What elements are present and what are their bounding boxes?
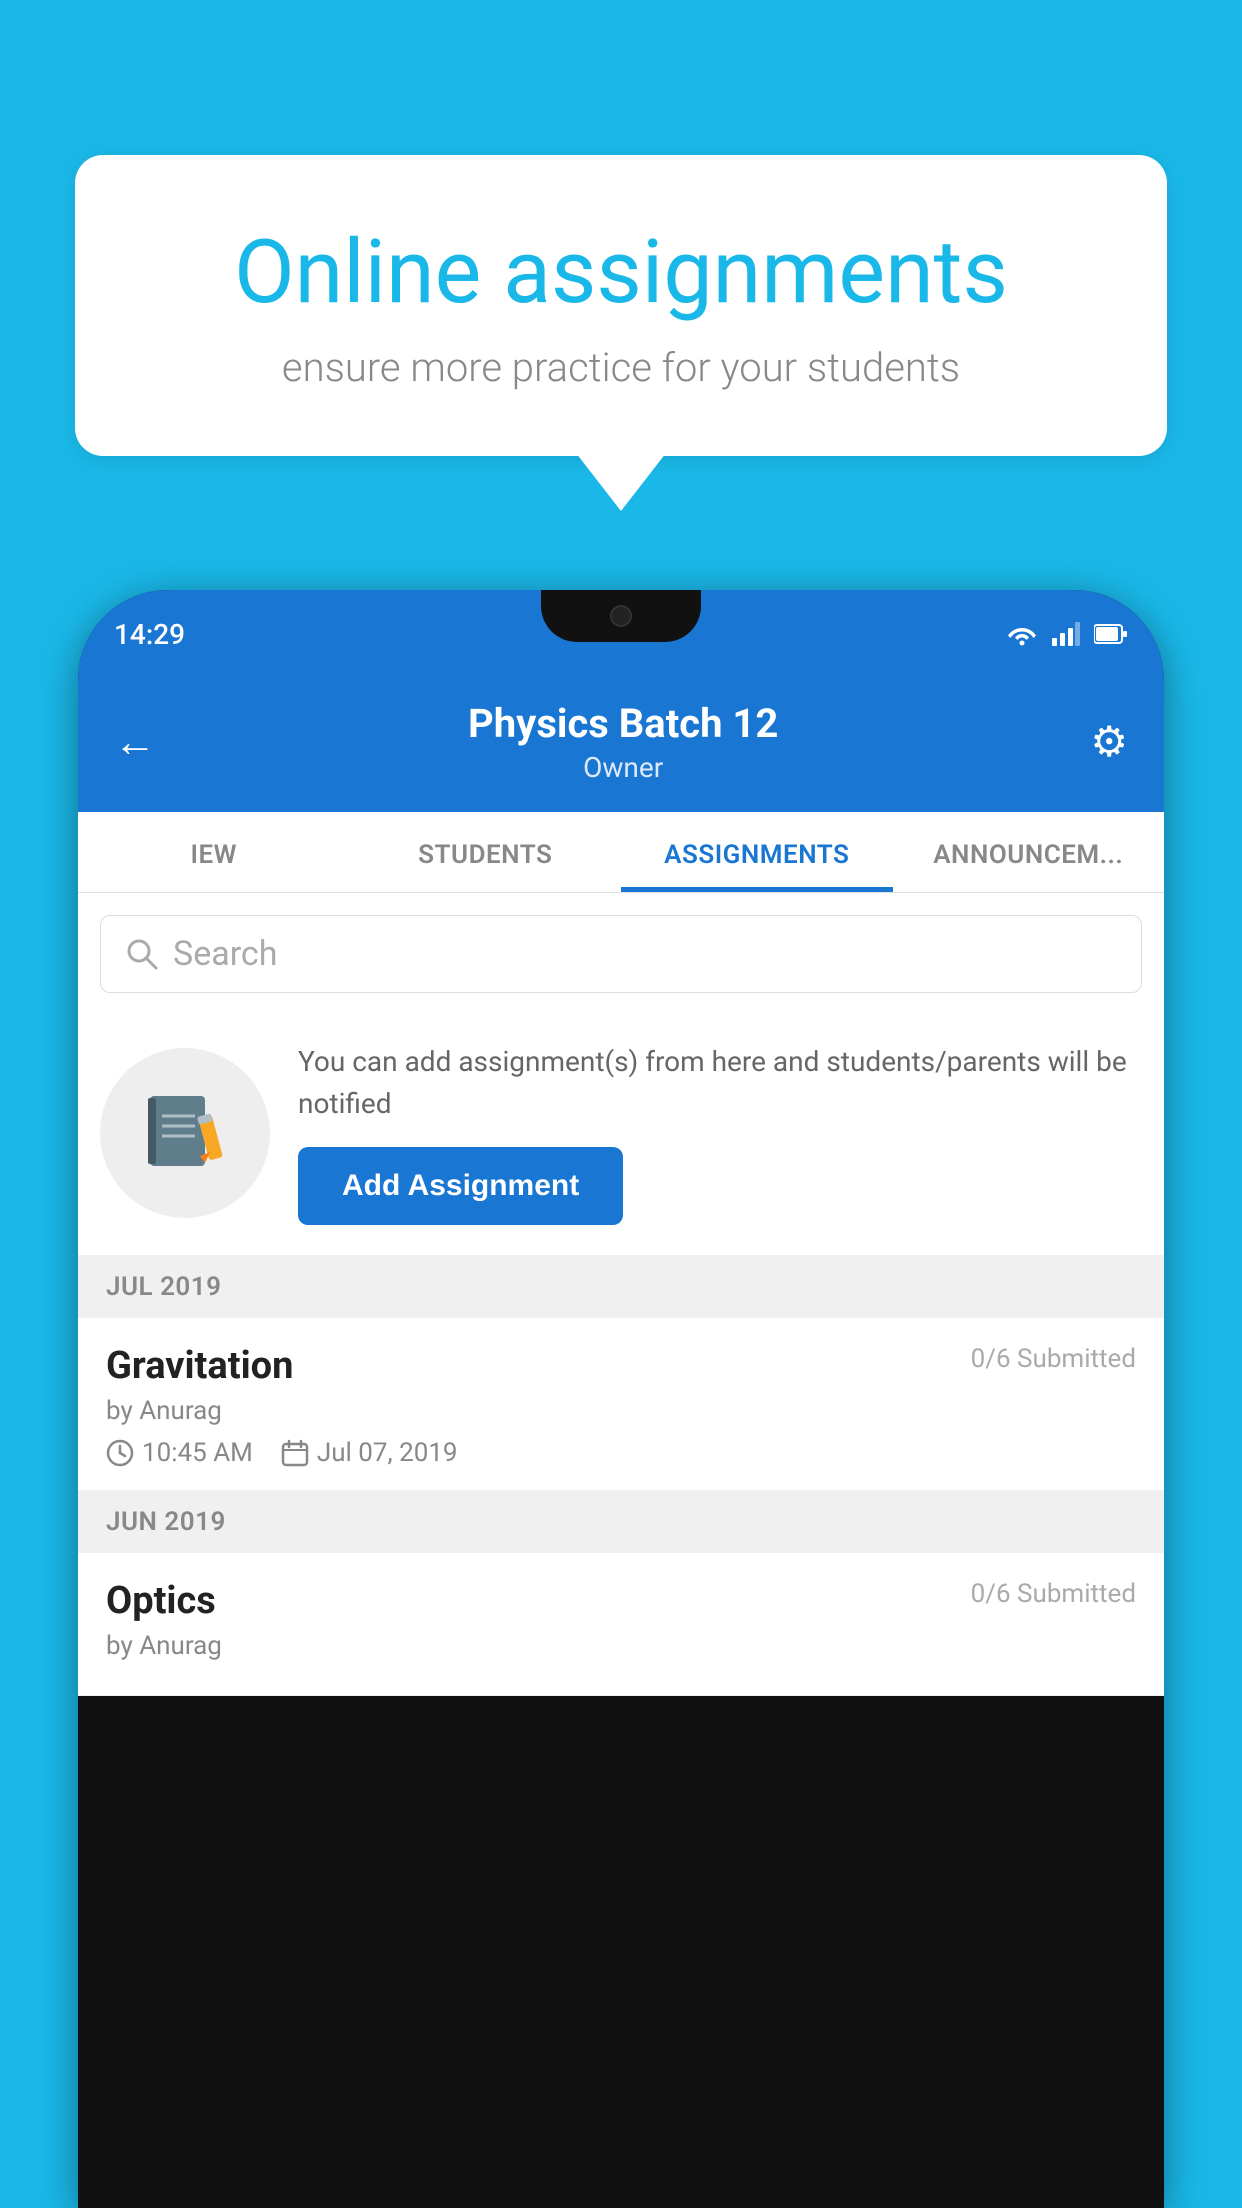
- section-jul-2019: JUL 2019: [78, 1256, 1164, 1318]
- promo-block: You can add assignment(s) from here and …: [78, 1011, 1164, 1256]
- assignment-name-gravitation: Gravitation: [106, 1344, 293, 1388]
- assignment-submitted-gravitation: 0/6 Submitted: [971, 1344, 1136, 1374]
- tab-announcements[interactable]: ANNOUNCEM...: [893, 812, 1165, 892]
- tab-students[interactable]: STUDENTS: [350, 812, 622, 892]
- assignment-date-gravitation: Jul 07, 2019: [281, 1438, 458, 1468]
- search-bar[interactable]: Search: [100, 915, 1142, 993]
- assignment-author-optics: by Anurag: [106, 1631, 1136, 1661]
- promo-description: You can add assignment(s) from here and …: [298, 1041, 1136, 1125]
- assignment-optics-row1: Optics 0/6 Submitted: [106, 1579, 1136, 1623]
- speech-bubble: Online assignments ensure more practice …: [75, 155, 1167, 456]
- back-button[interactable]: ←: [114, 718, 156, 767]
- assignment-optics[interactable]: Optics 0/6 Submitted by Anurag: [78, 1553, 1164, 1696]
- speech-bubble-container: Online assignments ensure more practice …: [75, 155, 1167, 456]
- assignment-author-gravitation: by Anurag: [106, 1396, 1136, 1426]
- wifi-icon: [1006, 622, 1038, 646]
- assignment-gravitation[interactable]: Gravitation 0/6 Submitted by Anurag 10:4…: [78, 1318, 1164, 1491]
- signal-icon: [1052, 622, 1080, 646]
- search-icon: [125, 937, 159, 971]
- assignment-time-gravitation: 10:45 AM: [106, 1438, 253, 1468]
- assignment-row1: Gravitation 0/6 Submitted: [106, 1344, 1136, 1388]
- section-jun-2019: JUN 2019: [78, 1491, 1164, 1553]
- tab-overview[interactable]: IEW: [78, 812, 350, 892]
- camera: [610, 605, 632, 627]
- assignment-meta-gravitation: 10:45 AM Jul 07, 2019: [106, 1438, 1136, 1468]
- notebook-icon: [140, 1088, 230, 1178]
- add-assignment-button[interactable]: Add Assignment: [298, 1147, 623, 1225]
- search-placeholder: Search: [173, 934, 277, 974]
- phone-content: Search You: [78, 893, 1164, 1696]
- search-bar-container: Search: [78, 893, 1164, 1011]
- section-jul-label: JUL 2019: [106, 1272, 222, 1302]
- status-time: 14:29: [114, 618, 185, 651]
- status-bar: 14:29: [78, 590, 1164, 678]
- header-title-block: Physics Batch 12 Owner: [468, 700, 778, 784]
- promo-icon-circle: [100, 1048, 270, 1218]
- tab-assignments[interactable]: ASSIGNMENTS: [621, 812, 893, 892]
- phone-mockup: 14:29: [78, 590, 1164, 2208]
- bubble-subtitle: ensure more practice for your students: [155, 344, 1087, 391]
- assignment-name-optics: Optics: [106, 1579, 216, 1623]
- header-subtitle: Owner: [468, 751, 778, 784]
- settings-icon[interactable]: ⚙: [1090, 717, 1128, 767]
- bubble-title: Online assignments: [155, 225, 1087, 322]
- promo-text-block: You can add assignment(s) from here and …: [298, 1041, 1136, 1225]
- tabs-row: IEW STUDENTS ASSIGNMENTS ANNOUNCEM...: [78, 812, 1164, 893]
- notch: [541, 590, 701, 642]
- app-header: ← Physics Batch 12 Owner ⚙: [78, 678, 1164, 812]
- clock-icon: [106, 1439, 134, 1467]
- calendar-icon: [281, 1439, 309, 1467]
- status-icons: [1006, 622, 1128, 646]
- header-title: Physics Batch 12: [468, 700, 778, 747]
- battery-icon: [1094, 623, 1128, 645]
- section-jun-label: JUN 2019: [106, 1507, 226, 1537]
- assignment-submitted-optics: 0/6 Submitted: [971, 1579, 1136, 1609]
